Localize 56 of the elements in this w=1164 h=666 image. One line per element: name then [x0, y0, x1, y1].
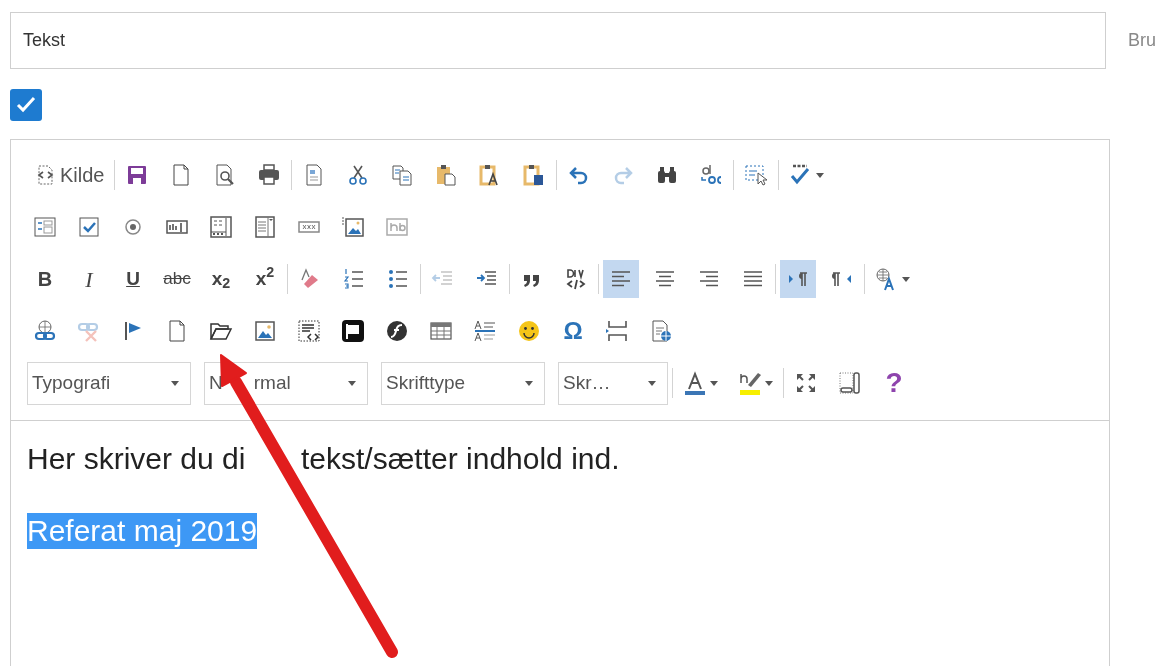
show-blocks-icon: [838, 371, 862, 395]
caret-icon: [710, 380, 718, 386]
page-break-icon: [605, 319, 629, 343]
paragraph-text: Referat maj 2019: [27, 513, 258, 549]
paragraph-text: Her skriver du di: [27, 441, 247, 477]
help-button[interactable]: ?: [876, 364, 912, 402]
caret-icon: [525, 380, 533, 386]
caret-icon: [171, 380, 179, 386]
editor-content-area[interactable]: Her skriver du di tekst/sætter indhold ind. Referat maj 2019: [11, 420, 1109, 666]
flash-icon: [385, 319, 409, 343]
source-code-button[interactable]: Kilde: [27, 156, 111, 194]
copy-pages-icon: [390, 163, 415, 187]
dropdown[interactable]: Skr…: [558, 361, 668, 405]
caret-icon: [902, 276, 910, 282]
text-direction-ltr-button[interactable]: [780, 260, 816, 298]
find-replace-icon: [699, 163, 724, 187]
subscript-button[interactable]: x$_{2}$: [203, 260, 239, 298]
caret-icon: [348, 380, 356, 386]
strikethrough-button[interactable]: abc: [159, 260, 195, 298]
link-icon: [33, 319, 57, 343]
text-area-icon: [209, 215, 233, 239]
dropdown[interactable]: Typografi: [27, 361, 191, 405]
special-character-button[interactable]: Ω: [555, 312, 591, 350]
maximize-icon: [794, 371, 818, 395]
highlighter-icon: [738, 371, 762, 395]
select-all-icon: [744, 163, 769, 187]
form-icon: [33, 215, 57, 239]
caret-icon: [648, 380, 656, 386]
paragraph-text: tekst/sætter indhold ind.: [301, 441, 620, 477]
field-label: Bru: [1128, 29, 1156, 52]
div-code-icon: [564, 267, 588, 291]
superscript-button[interactable]: x$^{2}$: [247, 260, 283, 298]
text-color-icon: [683, 371, 707, 395]
checkbox-icon: [77, 215, 101, 239]
underline-button[interactable]: U: [115, 260, 151, 298]
caret-icon: [816, 172, 825, 178]
title-field[interactable]: Tekst: [10, 12, 1106, 69]
flag-tile-icon: [341, 319, 365, 343]
clipboard-icon: [434, 163, 459, 187]
image-button-icon: [341, 215, 365, 239]
italic-button[interactable]: I: [71, 260, 107, 298]
list-box-icon: [253, 215, 277, 239]
image-icon: [253, 319, 277, 343]
table-icon: [429, 319, 453, 343]
dropdown[interactable]: Skrifttype: [381, 361, 545, 405]
align-left-button[interactable]: [603, 260, 639, 298]
checkbox[interactable]: [10, 89, 42, 121]
iframe-icon: [297, 319, 321, 343]
bulleted-list-icon: [386, 267, 410, 291]
caret-icon: [765, 380, 773, 386]
page-globe-icon: [649, 319, 673, 343]
bold-button[interactable]: B: [27, 260, 63, 298]
printer-icon: [257, 163, 282, 187]
numbered-list-icon: [342, 267, 366, 291]
smiley-icon: [517, 319, 541, 343]
text-style-icon: [473, 319, 497, 343]
